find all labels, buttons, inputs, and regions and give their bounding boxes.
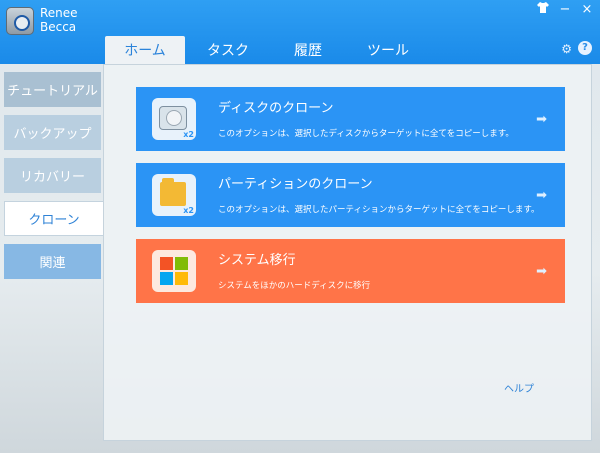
system-migration-icon-box (152, 250, 196, 292)
card-description: システムをほかのハードディスクに移行 (218, 281, 371, 291)
arrow-right-icon: ➡ (536, 188, 547, 203)
help-icon[interactable]: ? (578, 41, 592, 55)
hard-disk-icon (159, 106, 187, 130)
tab-tools[interactable]: ツール (348, 36, 428, 64)
shirt-icon[interactable] (536, 2, 550, 17)
sidebar: チュートリアル バックアップ リカバリー クローン 関連 (4, 72, 104, 287)
title-bar: Renee Becca − × ホーム タスク 履歴 ツール ⚙ ? (0, 0, 600, 64)
minimize-button[interactable]: − (558, 2, 572, 17)
card-description: このオプションは、選択したパーティションからターゲットに全てをコピーします。 (218, 205, 540, 215)
app-name-line1: Renee (40, 6, 78, 20)
system-migration-card[interactable]: システム移行 システムをほかのハードディスクに移行 ➡ (136, 239, 565, 303)
help-link[interactable]: ヘルプ (504, 380, 534, 395)
card-title: パーティションのクローン (218, 177, 373, 192)
app-name-line2: Becca (40, 20, 77, 34)
arrow-right-icon: ➡ (536, 264, 547, 279)
card-title: ディスクのクローン (218, 101, 334, 116)
app-logo (6, 7, 34, 35)
x2-badge: x2 (183, 130, 194, 139)
sidebar-item-backup[interactable]: バックアップ (4, 115, 101, 150)
partition-clone-card[interactable]: x2 パーティションのクローン このオプションは、選択したパーティションからター… (136, 163, 565, 227)
partition-clone-icon-box: x2 (152, 174, 196, 216)
main-tabs: ホーム タスク 履歴 ツール (105, 36, 428, 64)
folder-icon (160, 178, 186, 206)
app-name: Renee Becca (40, 6, 78, 34)
content-panel: x2 ディスクのクローン このオプションは、選択したディスクからターゲットに全て… (103, 64, 592, 441)
tab-tasks[interactable]: タスク (188, 36, 268, 64)
tab-history[interactable]: 履歴 (268, 36, 348, 64)
sidebar-item-related[interactable]: 関連 (4, 244, 101, 279)
sidebar-item-tutorial[interactable]: チュートリアル (4, 72, 101, 107)
close-button[interactable]: × (580, 2, 594, 17)
x2-badge: x2 (183, 206, 194, 215)
disk-clone-icon-box: x2 (152, 98, 196, 140)
card-title: システム移行 (218, 253, 296, 268)
card-description: このオプションは、選択したディスクからターゲットに全てをコピーします。 (218, 129, 514, 139)
window-controls: − × (536, 2, 594, 17)
sidebar-item-clone[interactable]: クローン (4, 201, 104, 236)
arrow-right-icon: ➡ (536, 112, 547, 127)
sidebar-item-recovery[interactable]: リカバリー (4, 158, 101, 193)
tab-home[interactable]: ホーム (105, 36, 185, 64)
app-window: Renee Becca − × ホーム タスク 履歴 ツール ⚙ ? チュートリ… (0, 0, 600, 453)
gear-icon[interactable]: ⚙ (561, 42, 572, 56)
windows-logo-icon (160, 257, 188, 285)
disk-clone-card[interactable]: x2 ディスクのクローン このオプションは、選択したディスクからターゲットに全て… (136, 87, 565, 151)
